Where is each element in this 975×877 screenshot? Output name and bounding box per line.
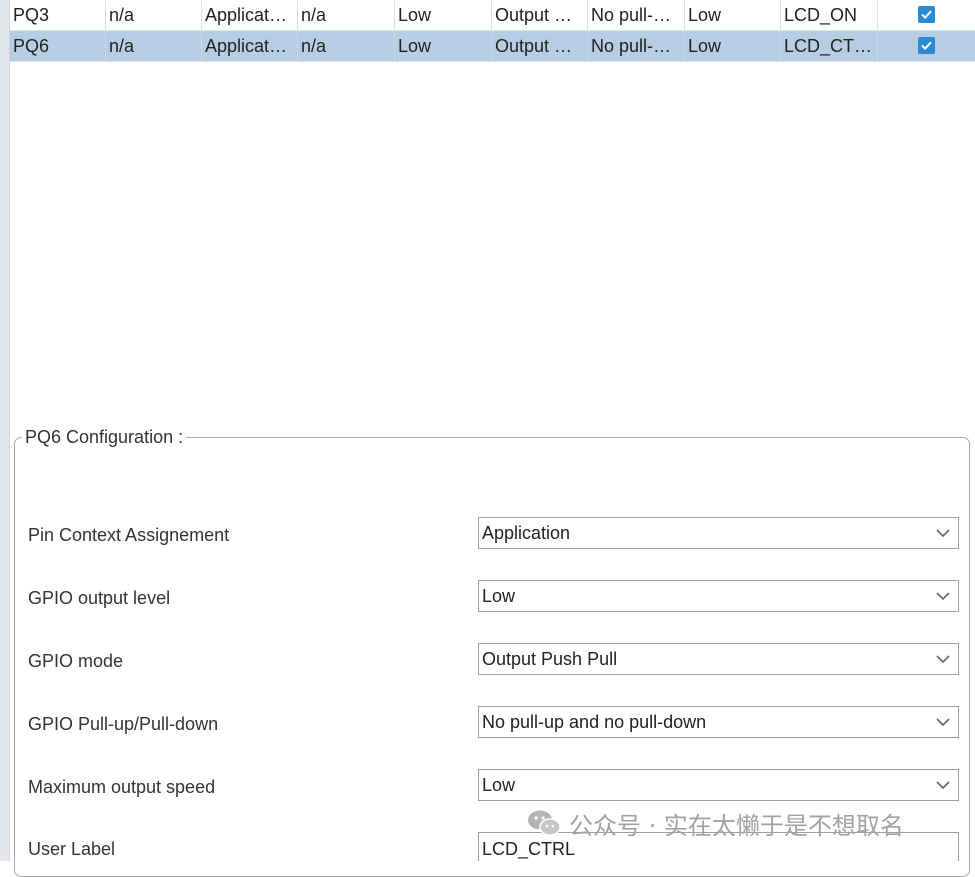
cell-speed: Low (685, 31, 781, 61)
chevron-down-icon (936, 655, 950, 664)
pin-context-label: Pin Context Assignement (28, 525, 230, 545)
cell-pull: No pull-… (588, 31, 685, 61)
configuration-title: PQ6 Configuration : (22, 426, 187, 448)
gpio-pull-select[interactable]: No pull-up and no pull-down (478, 706, 959, 738)
pin-context-select[interactable]: Application (478, 517, 959, 549)
watermark-text: 公众号 · 实在太懒于是不想取名 (569, 811, 904, 840)
left-panel-edge (0, 0, 10, 861)
gpio-pull-label: GPIO Pull-up/Pull-down (28, 714, 219, 734)
cell-context: Applicat… (202, 0, 298, 30)
max-output-speed-select[interactable]: Low (478, 769, 959, 801)
modified-checkbox[interactable] (918, 6, 935, 23)
chevron-down-icon (936, 781, 950, 790)
cell-mode: Output … (492, 31, 588, 61)
table-row-pq3[interactable]: PQ3 n/a Applicat… n/a Low Output … No pu… (10, 0, 975, 31)
watermark: 公众号 · 实在太懒于是不想取名 (527, 808, 904, 840)
cell-user-label: LCD_ON (781, 0, 878, 30)
checkmark-icon (921, 10, 932, 20)
cell-signal: n/a (106, 0, 202, 30)
wechat-icon (528, 810, 561, 836)
cell-signal: n/a (106, 31, 202, 61)
cell-pin: PQ6 (10, 31, 106, 61)
cell-modified (878, 0, 975, 30)
gpio-mode-label: GPIO mode (28, 651, 124, 671)
pin-table: PQ3 n/a Applicat… n/a Low Output … No pu… (10, 0, 975, 62)
checkmark-icon (921, 41, 932, 51)
cell-speed: Low (685, 0, 781, 30)
gpio-output-level-select[interactable]: Low (478, 580, 959, 612)
cell-column-4: n/a (298, 31, 395, 61)
cell-column-4: n/a (298, 0, 395, 30)
cell-mode: Output … (492, 0, 588, 30)
cell-pin: PQ3 (10, 0, 106, 30)
cell-modified (878, 31, 975, 61)
gpio-output-level-value: Low (482, 586, 516, 606)
pin-context-value: Application (482, 523, 571, 543)
user-label-label: User Label (28, 839, 116, 859)
cell-output-level: Low (395, 0, 492, 30)
cell-pull: No pull-… (588, 0, 685, 30)
user-label-value: LCD_CTRL (482, 839, 576, 859)
gpio-mode-value: Output Push Pull (482, 649, 618, 669)
modified-checkbox[interactable] (918, 37, 935, 54)
max-output-speed-label: Maximum output speed (28, 777, 216, 797)
chevron-down-icon (936, 718, 950, 727)
table-row-pq6[interactable]: PQ6 n/a Applicat… n/a Low Output … No pu… (10, 31, 975, 62)
cell-context: Applicat… (202, 31, 298, 61)
max-output-speed-value: Low (482, 775, 516, 795)
gpio-output-level-label: GPIO output level (28, 588, 171, 608)
cell-user-label: LCD_CT… (781, 31, 878, 61)
cell-output-level: Low (395, 31, 492, 61)
chevron-down-icon (936, 592, 950, 601)
gpio-mode-select[interactable]: Output Push Pull (478, 643, 959, 675)
gpio-pull-value: No pull-up and no pull-down (482, 712, 707, 732)
chevron-down-icon (936, 529, 950, 538)
